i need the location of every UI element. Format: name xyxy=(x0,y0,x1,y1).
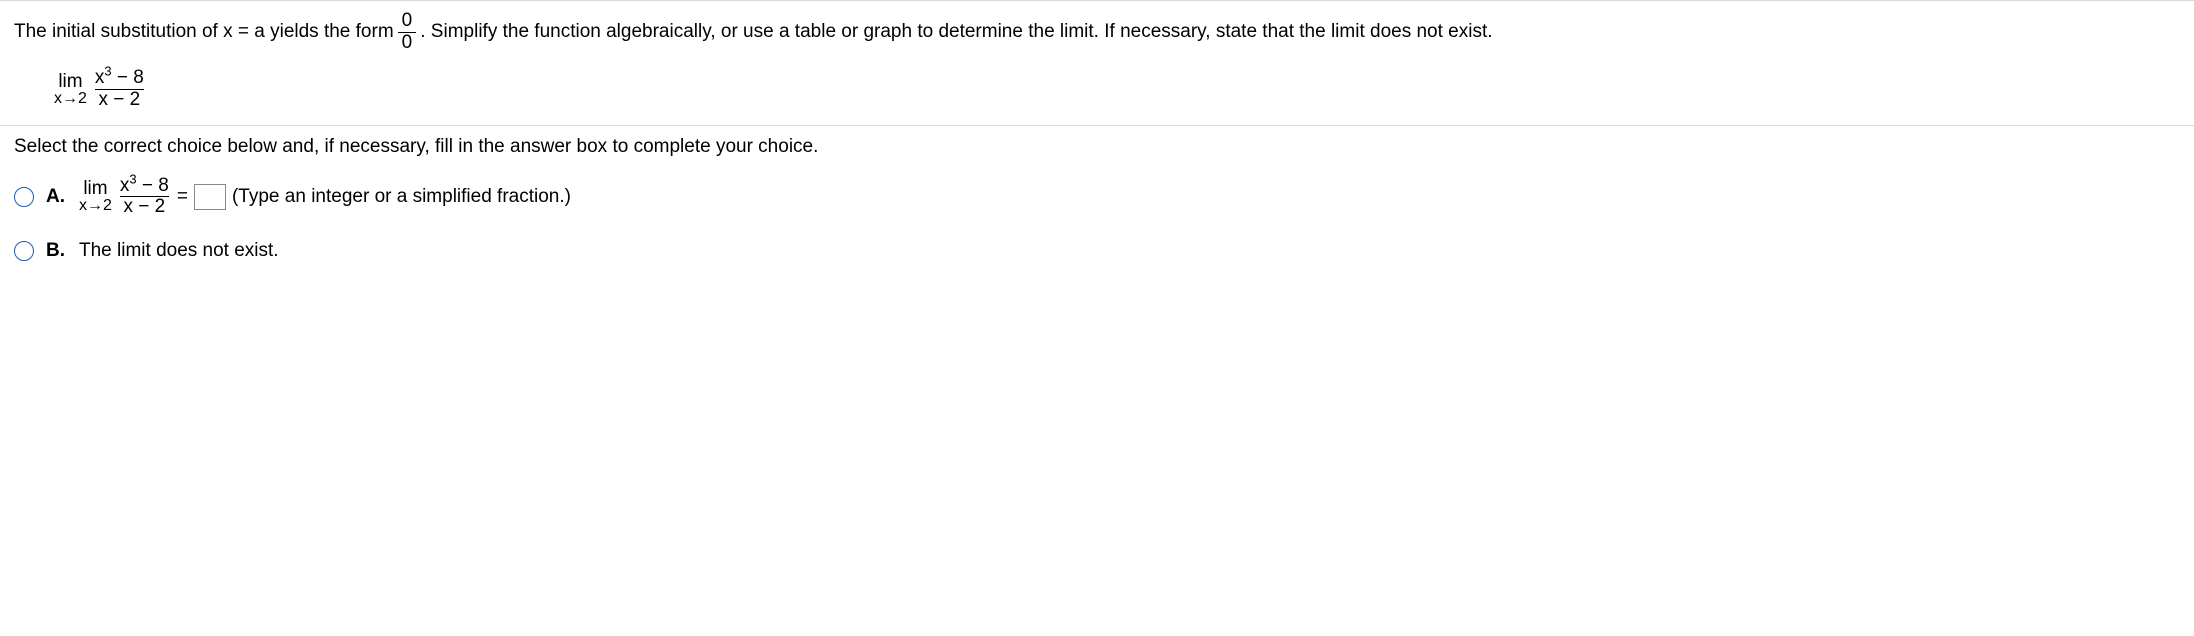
limit-operator: lim x→2 xyxy=(54,72,87,107)
lim-label: lim xyxy=(58,72,82,91)
limit-expression: lim x→2 x3 − 8 x − 2 xyxy=(54,68,2180,111)
answer-section: Select the correct choice below and, if … xyxy=(0,125,2194,299)
limit-fraction: x3 − 8 x − 2 xyxy=(91,68,148,111)
choice-a-limit-operator: lim x→2 xyxy=(79,179,112,214)
frac-numerator: 0 xyxy=(398,11,417,32)
choice-b-radio[interactable] xyxy=(14,241,34,261)
instruction-text-after: . Simplify the function algebraically, o… xyxy=(420,21,1492,43)
choice-a-hint: (Type an integer or a simplified fractio… xyxy=(232,186,571,208)
instruction-text-before: The initial substitution of x = a yields… xyxy=(14,21,394,43)
choice-a-row: A. lim x→2 x3 − 8 x − 2 = (Type an integ… xyxy=(14,176,2180,219)
choices-container: A. lim x→2 x3 − 8 x − 2 = (Type an integ… xyxy=(14,176,2180,273)
choice-a-expression: lim x→2 x3 − 8 x − 2 xyxy=(79,176,177,219)
choice-a-radio[interactable] xyxy=(14,187,34,207)
equals-sign: = xyxy=(177,186,188,208)
problem-instruction: The initial substitution of x = a yields… xyxy=(14,11,2180,54)
choice-b-row: B. The limit does not exist. xyxy=(14,230,2180,272)
lim-approach: x→2 xyxy=(54,91,87,107)
frac-denominator: 0 xyxy=(398,32,417,54)
choice-b-text: The limit does not exist. xyxy=(79,240,279,262)
answer-prompt: Select the correct choice below and, if … xyxy=(14,136,2180,158)
limit-numerator: x3 − 8 xyxy=(91,68,148,89)
choice-a-letter: A. xyxy=(46,186,65,208)
limit-denominator: x − 2 xyxy=(95,89,145,111)
choice-b-letter: B. xyxy=(46,240,65,262)
problem-section: The initial substitution of x = a yields… xyxy=(0,0,2194,125)
indeterminate-form-fraction: 0 0 xyxy=(398,11,417,54)
answer-input[interactable] xyxy=(194,184,226,210)
choice-a-fraction: x3 − 8 x − 2 xyxy=(116,176,173,219)
